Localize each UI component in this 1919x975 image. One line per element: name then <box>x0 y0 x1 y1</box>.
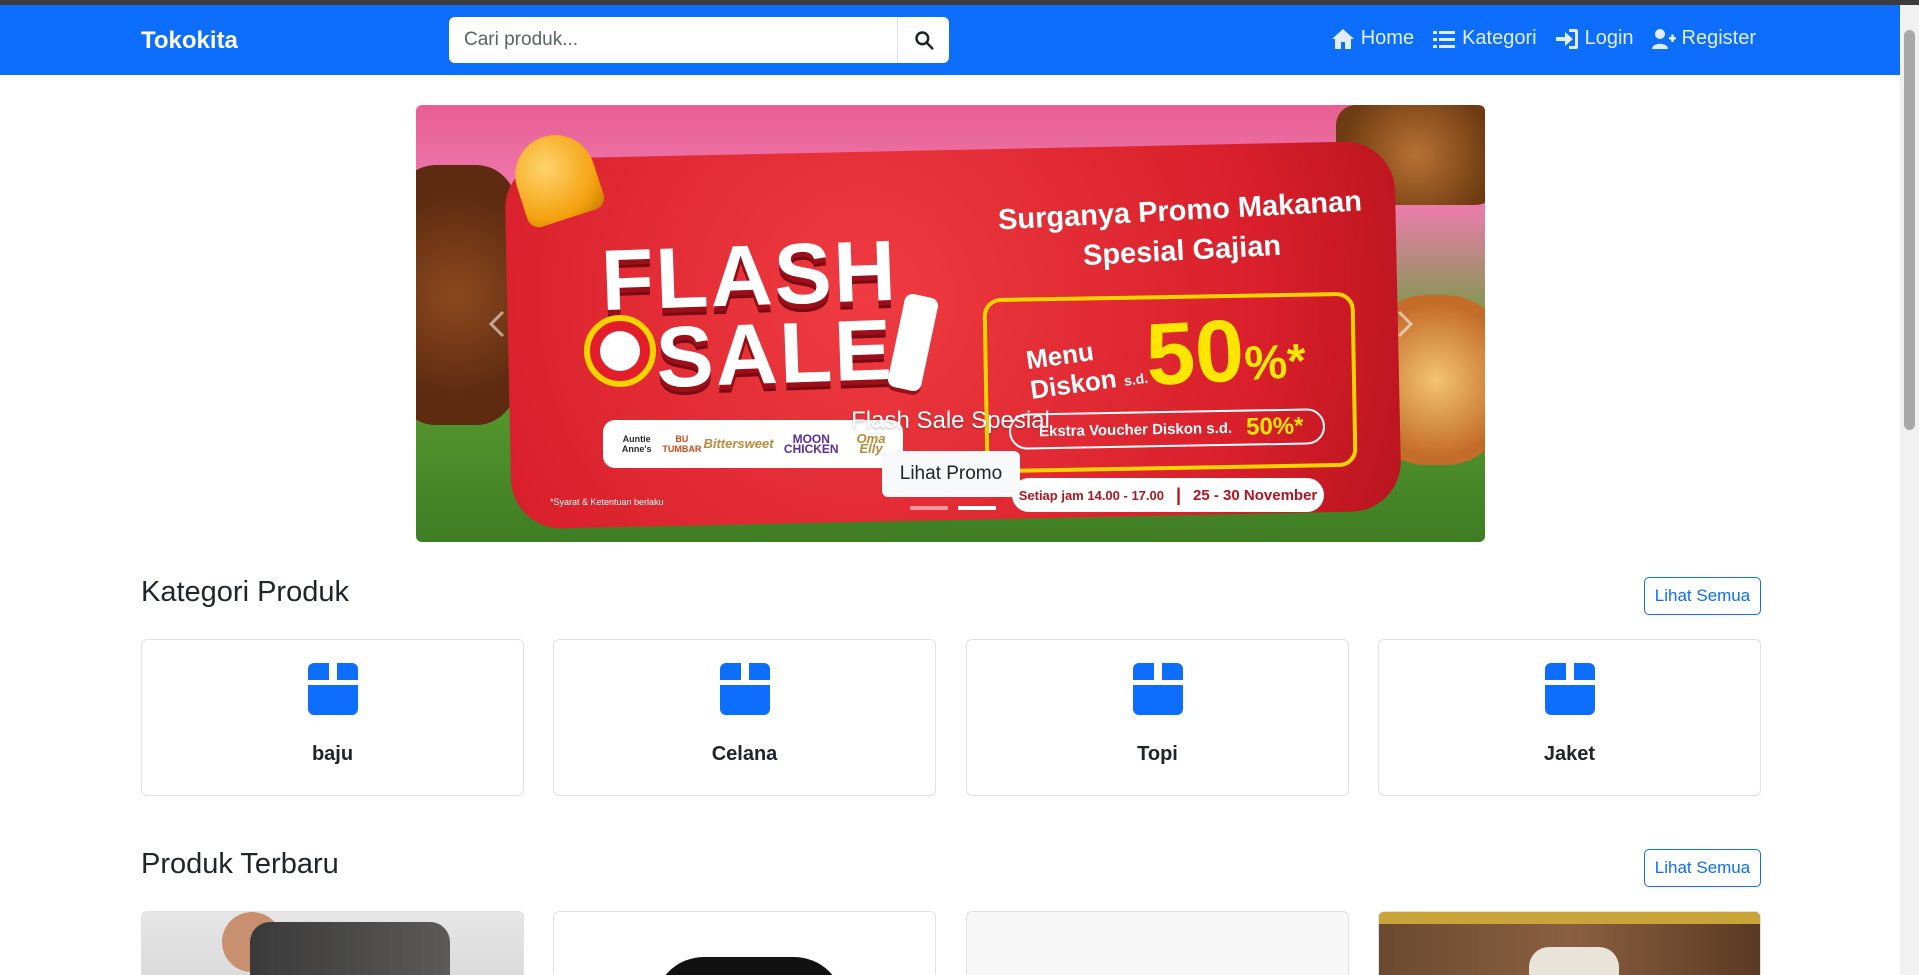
nav-register[interactable]: Register <box>1651 27 1756 50</box>
box-icon <box>720 663 770 715</box>
product-image <box>142 912 523 975</box>
product-card-4[interactable] <box>1378 911 1761 975</box>
scrollbar[interactable] <box>1900 5 1919 975</box>
kategori-section-title: Kategori Produk <box>141 576 349 608</box>
produk-see-all-button[interactable]: Lihat Semua <box>1644 849 1761 887</box>
product-image-placeholder <box>967 912 1348 975</box>
product-card-2[interactable] <box>553 911 936 975</box>
category-card-baju[interactable]: baju <box>141 639 524 796</box>
nav-home[interactable]: Home <box>1331 27 1414 50</box>
carousel-next-button[interactable] <box>1384 300 1424 348</box>
login-icon <box>1555 28 1578 49</box>
category-label: Jaket <box>1543 743 1596 765</box>
banner-terms: *Syarat & Ketentuan berlaku <box>550 497 664 507</box>
search-input[interactable] <box>449 17 897 63</box>
promo-carousel: FLASH SALE Surganya Promo Makanan Spesia… <box>416 105 1485 542</box>
brand-logo-bu-tumbar: BU TUMBAR <box>662 434 702 454</box>
scrollbar-thumb[interactable] <box>1904 30 1915 430</box>
category-card-celana[interactable]: Celana <box>553 639 936 796</box>
nav-kategori-label: Kategori <box>1462 27 1537 49</box>
carousel-indicator-1[interactable] <box>910 506 948 510</box>
nav-links: Home Kategori Login Register <box>1331 27 1756 50</box>
carousel-indicator-2[interactable] <box>958 506 996 510</box>
product-card-3[interactable] <box>966 911 1349 975</box>
nav-login[interactable]: Login <box>1555 27 1634 50</box>
box-icon <box>1545 663 1595 715</box>
category-card-topi[interactable]: Topi <box>966 639 1349 796</box>
nav-home-label: Home <box>1360 27 1415 49</box>
alarm-clock-icon <box>584 315 656 387</box>
search-button[interactable] <box>897 17 949 63</box>
search-icon <box>914 31 934 50</box>
brand-logo[interactable]: Tokokita <box>141 27 238 55</box>
produk-section-title: Produk Terbaru <box>141 848 339 880</box>
product-card-1[interactable] <box>141 911 524 975</box>
lihat-promo-button[interactable]: Lihat Promo <box>882 451 1020 497</box>
user-plus-icon <box>1651 28 1676 49</box>
box-icon <box>1133 663 1183 715</box>
banner-big-percent: 50%* <box>1143 300 1308 405</box>
navbar: Tokokita Home Kategori Login Register <box>0 5 1900 75</box>
search-bar <box>449 17 949 63</box>
chevron-right-icon <box>1397 310 1414 338</box>
banner-sale-word: SALE <box>654 301 895 407</box>
chevron-left-icon <box>488 310 505 338</box>
brand-logo-bittersweet: Bittersweet <box>703 436 774 451</box>
carousel-indicators <box>910 506 996 510</box>
category-card-jaket[interactable]: Jaket <box>1378 639 1761 796</box>
home-icon <box>1331 28 1354 49</box>
brand-logo-auntie-annes: Auntie Anne's <box>621 434 652 454</box>
box-icon <box>308 663 358 715</box>
nav-register-label: Register <box>1681 27 1756 49</box>
category-label: Celana <box>711 743 778 765</box>
banner-time-pill: Setiap jam 14.00 - 17.00 | 25 - 30 Novem… <box>1012 478 1324 512</box>
product-image <box>1379 912 1760 975</box>
product-image <box>554 912 935 975</box>
banner-food-left-image <box>416 165 516 425</box>
list-icon <box>1433 30 1456 48</box>
category-label: baju <box>311 743 354 765</box>
nav-kategori[interactable]: Kategori <box>1432 27 1537 50</box>
carousel-prev-button[interactable] <box>478 300 518 348</box>
carousel-caption-title: Flash Sale Spesial <box>851 407 1050 434</box>
category-label: Topi <box>1137 743 1178 765</box>
brand-logo-moon-chicken: MOON CHICKEN <box>783 432 839 456</box>
kategori-see-all-button[interactable]: Lihat Semua <box>1644 577 1761 615</box>
nav-login-label: Login <box>1584 27 1634 49</box>
